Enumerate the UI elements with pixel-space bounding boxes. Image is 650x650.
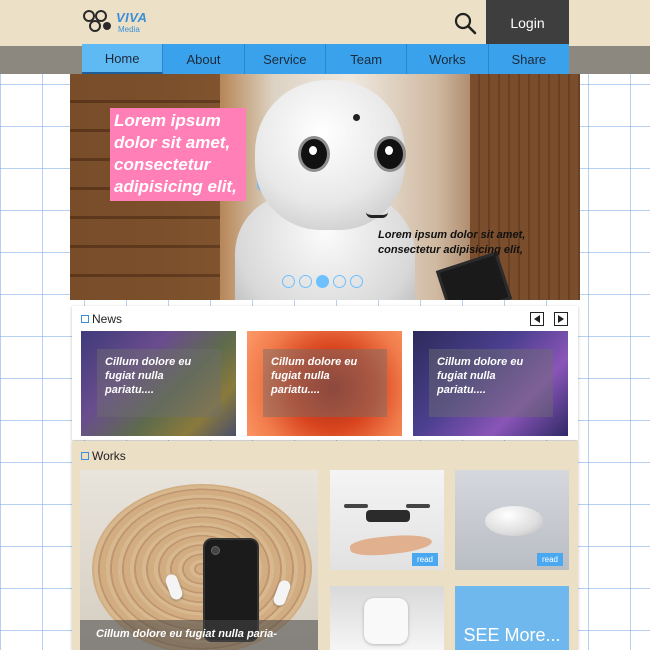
news-card[interactable]: Cillum dolore eu fugiat nulla pariatu...… (247, 331, 402, 436)
nav-item-team[interactable]: Team (325, 44, 408, 74)
works-tile-earbuds[interactable] (330, 586, 444, 650)
main-nav: Home About Service Team Works Share (82, 44, 569, 74)
slider-dot-5[interactable] (350, 275, 363, 288)
slider-pagination (282, 275, 363, 290)
brand-name: VIVA (116, 10, 148, 25)
search-icon[interactable] (452, 10, 478, 36)
robot-eye-right (374, 136, 406, 172)
read-button[interactable]: read (536, 553, 563, 566)
nav-item-works[interactable]: Works (407, 44, 489, 74)
nav-item-home[interactable]: Home (82, 44, 164, 74)
news-card-text: Cillum dolore eu fugiat nulla pariatu...… (97, 349, 221, 417)
brand-tagline: Media (118, 25, 140, 34)
works-title: Works (92, 449, 126, 463)
nav-item-service[interactable]: Service (244, 44, 326, 74)
news-card[interactable]: Cillum dolore eu fugiat nulla pariatu...… (81, 331, 236, 436)
robot-forehead-sensor (353, 114, 360, 121)
news-prev-button[interactable] (530, 312, 544, 326)
read-button[interactable]: read (411, 553, 438, 566)
hero-caption: Lorem ipsum dolor sit amet, consectetur … (378, 229, 526, 256)
works-feature-card[interactable]: Cillum dolore eu fugiat nulla paria- (80, 470, 318, 650)
square-bullet-icon (81, 452, 89, 460)
drone-propeller (344, 504, 368, 508)
works-tile-mouse[interactable]: read (455, 470, 569, 570)
nav-item-share[interactable]: Share (488, 44, 569, 74)
slider-dot-1[interactable] (282, 275, 295, 288)
works-feature-caption: Cillum dolore eu fugiat nulla paria- (80, 620, 318, 650)
login-button[interactable]: Login (486, 0, 569, 46)
arrow-right-icon (558, 315, 564, 323)
see-more-button[interactable]: SEE More... (455, 586, 569, 650)
robot-eye-left (298, 136, 330, 172)
nav-item-about[interactable]: About (163, 44, 245, 74)
drone-propeller (406, 504, 430, 508)
news-card-text: Cillum dolore eu fugiat nulla pariatu...… (263, 349, 387, 417)
news-card[interactable]: Cillum dolore eu fugiat nulla pariatu...… (413, 331, 568, 436)
drone-image (366, 510, 410, 522)
works-tile-drone[interactable]: read (330, 470, 444, 570)
news-card-text: Cillum dolore eu fugiat nulla pariatu...… (429, 349, 553, 417)
news-next-button[interactable] (554, 312, 568, 326)
mouse-image (485, 506, 543, 536)
earbuds-case-image (364, 598, 408, 644)
slider-dot-4[interactable] (333, 275, 346, 288)
phone-camera (211, 546, 220, 555)
slider-dot-2[interactable] (299, 275, 312, 288)
robot-mouth (366, 212, 388, 218)
slider-dot-3[interactable] (316, 275, 329, 288)
hero-headline: Lorem ipsum dolor sit amet, consectetur … (110, 108, 246, 201)
news-title: News (92, 312, 123, 326)
square-bullet-icon (81, 315, 89, 323)
arrow-left-icon (534, 315, 540, 323)
